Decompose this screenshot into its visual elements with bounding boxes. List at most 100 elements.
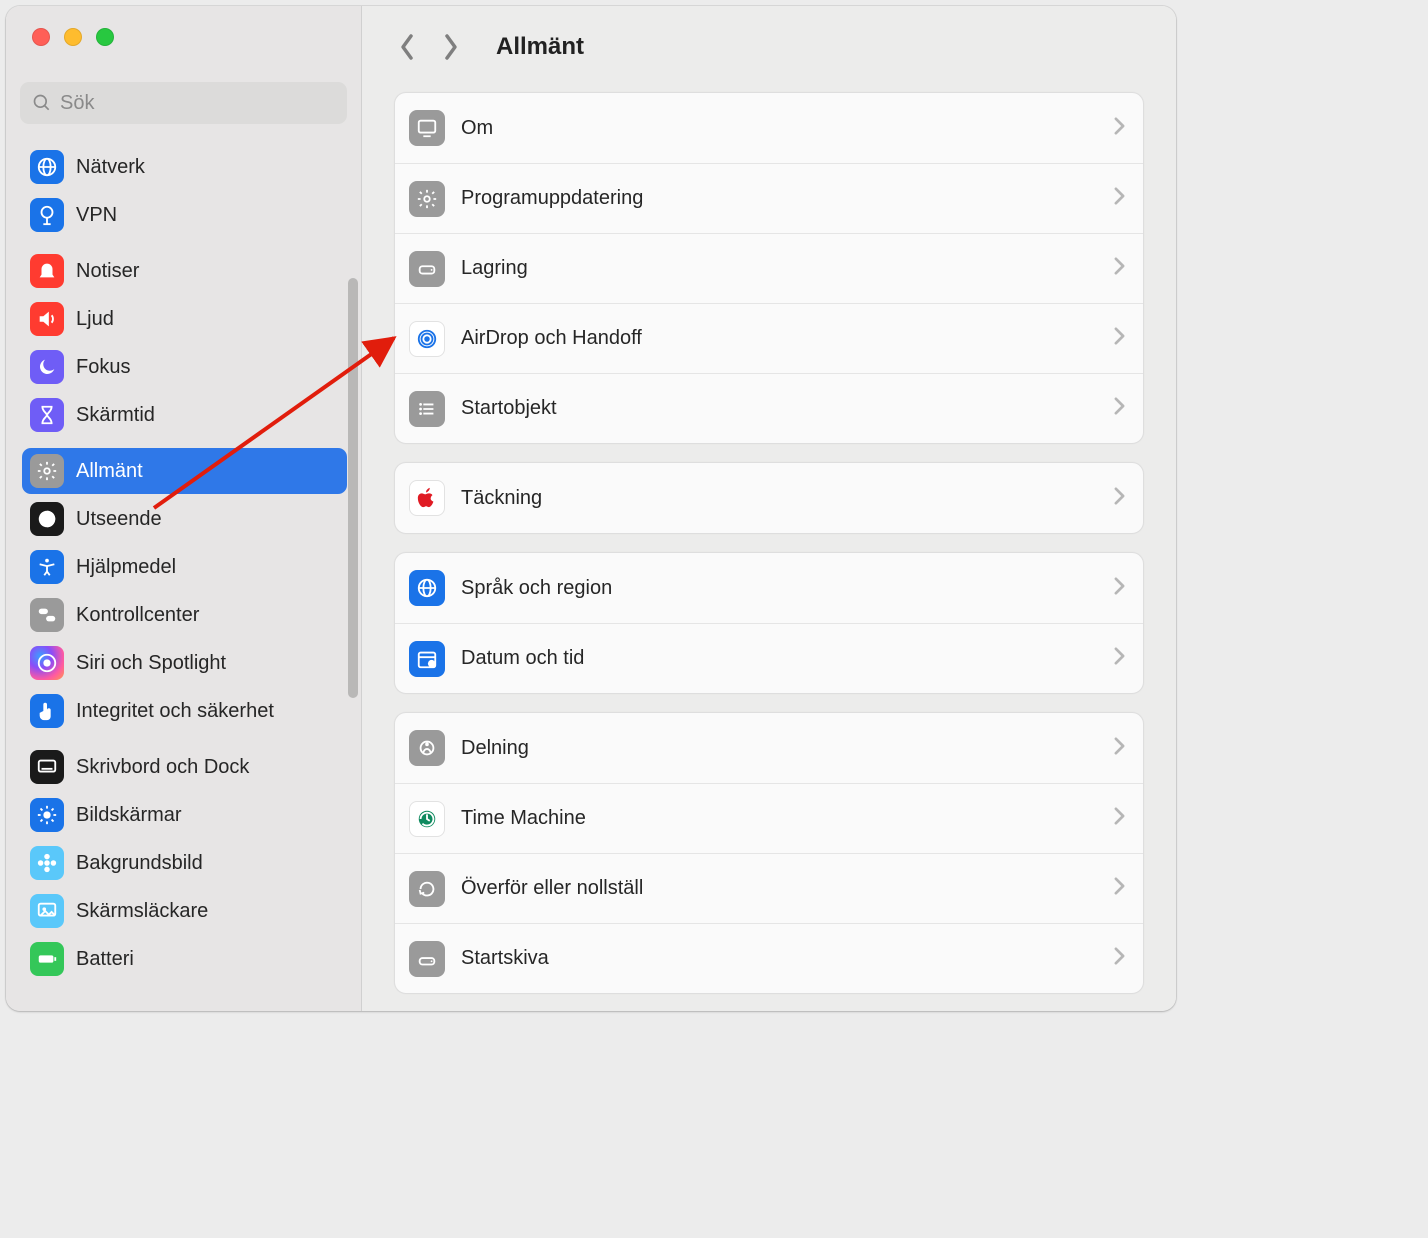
siri-icon <box>30 646 64 680</box>
settings-section: Om Programuppdatering Lagring AirDrop och H… <box>394 92 1144 444</box>
settings-section: Språk och regionDatum och tid <box>394 552 1144 694</box>
back-button[interactable] <box>390 30 424 64</box>
chevron-right-icon <box>1114 327 1125 350</box>
sidebar-item-skrivbord[interactable]: Skrivbord och Dock <box>22 744 347 790</box>
settings-row-label: Delning <box>461 737 1114 760</box>
sidebar: Sök Nätverk VPN Notiser Ljud Fokus Skärmtid Al… <box>6 6 362 1011</box>
chevron-right-icon <box>1114 807 1125 830</box>
hand-icon <box>30 694 64 728</box>
share-icon <box>409 730 445 766</box>
settings-row-om[interactable]: Om <box>395 93 1143 163</box>
minimize-window-button[interactable] <box>64 28 82 46</box>
close-window-button[interactable] <box>32 28 50 46</box>
battery-icon <box>30 942 64 976</box>
chevron-right-icon <box>1114 737 1125 760</box>
sidebar-item-label: Hjälpmedel <box>76 556 176 579</box>
forward-button[interactable] <box>434 30 468 64</box>
calendar-icon <box>409 641 445 677</box>
sidebar-item-label: Batteri <box>76 948 134 971</box>
sun-icon <box>30 798 64 832</box>
gear-icon <box>30 454 64 488</box>
sidebar-item-natverk[interactable]: Nätverk <box>22 144 347 190</box>
sidebar-item-batteri[interactable]: Batteri <box>22 936 347 982</box>
sidebar-item-label: Integritet och säkerhet <box>76 700 274 723</box>
settings-row-lagring[interactable]: Lagring <box>395 233 1143 303</box>
sidebar-item-integritet[interactable]: Integritet och säkerhet <box>22 688 347 734</box>
sidebar-item-label: Kontrollcenter <box>76 604 199 627</box>
settings-row-tackning[interactable]: Täckning <box>395 463 1143 533</box>
moon-icon <box>30 350 64 384</box>
chevron-right-icon <box>1114 187 1125 210</box>
zoom-window-button[interactable] <box>96 28 114 46</box>
sidebar-item-utseende[interactable]: Utseende <box>22 496 347 542</box>
sidebar-item-label: Skrivbord och Dock <box>76 756 249 779</box>
sidebar-group: Skrivbord och Dock Bildskärmar Bakgrundsbi… <box>6 744 361 982</box>
settings-row-label: Överför eller nollställ <box>461 877 1114 900</box>
chevron-right-icon <box>1114 117 1125 140</box>
sidebar-item-vpn[interactable]: VPN <box>22 192 347 238</box>
sidebar-item-bildskarm[interactable]: Bildskärmar <box>22 792 347 838</box>
settings-row-overfor[interactable]: Överför eller nollställ <box>395 853 1143 923</box>
dock-icon <box>30 750 64 784</box>
search-container: Sök <box>6 62 361 128</box>
settings-row-label: Time Machine <box>461 807 1114 830</box>
settings-row-label: Startskiva <box>461 947 1114 970</box>
settings-row-delning[interactable]: Delning <box>395 713 1143 783</box>
settings-row-datum[interactable]: Datum och tid <box>395 623 1143 693</box>
accessibility-icon <box>30 550 64 584</box>
settings-row-label: Om <box>461 117 1114 140</box>
switches-icon <box>30 598 64 632</box>
sidebar-group: Allmänt Utseende Hjälpmedel Kontrollcenter S… <box>6 448 361 734</box>
sidebar-item-label: Ljud <box>76 308 114 331</box>
chevron-right-icon <box>1114 487 1125 510</box>
sidebar-item-label: Skärmsläckare <box>76 900 208 923</box>
sidebar-item-skarmsl[interactable]: Skärmsläckare <box>22 888 347 934</box>
display-icon <box>409 110 445 146</box>
settings-window: Sök Nätverk VPN Notiser Ljud Fokus Skärmtid Al… <box>6 6 1176 1011</box>
sidebar-item-ljud[interactable]: Ljud <box>22 296 347 342</box>
sidebar-item-notiser[interactable]: Notiser <box>22 248 347 294</box>
sidebar-group: Nätverk VPN <box>6 144 361 238</box>
speaker-icon <box>30 302 64 336</box>
page-title: Allmänt <box>496 33 584 61</box>
startdisk-icon <box>409 941 445 977</box>
settings-row-programupp[interactable]: Programuppdatering <box>395 163 1143 233</box>
disk-icon <box>409 251 445 287</box>
globe-icon <box>409 570 445 606</box>
window-controls <box>6 6 361 62</box>
sidebar-item-label: Bildskärmar <box>76 804 182 827</box>
settings-row-label: Lagring <box>461 257 1114 280</box>
settings-row-sprak[interactable]: Språk och region <box>395 553 1143 623</box>
settings-row-startskiva[interactable]: Startskiva <box>395 923 1143 993</box>
sidebar-group: Notiser Ljud Fokus Skärmtid <box>6 248 361 438</box>
list-icon <box>409 391 445 427</box>
sidebar-item-skarmtid[interactable]: Skärmtid <box>22 392 347 438</box>
bell-icon <box>30 254 64 288</box>
sidebar-item-fokus[interactable]: Fokus <box>22 344 347 390</box>
sidebar-item-label: Skärmtid <box>76 404 155 427</box>
settings-row-label: Startobjekt <box>461 397 1114 420</box>
airdrop-icon <box>409 321 445 357</box>
settings-row-startobjekt[interactable]: Startobjekt <box>395 373 1143 443</box>
timemachine-icon <box>409 801 445 837</box>
chevron-right-icon <box>1114 647 1125 670</box>
search-placeholder: Sök <box>60 92 94 115</box>
sidebar-item-label: VPN <box>76 204 117 227</box>
sidebar-item-kontroll[interactable]: Kontrollcenter <box>22 592 347 638</box>
vpn-icon <box>30 198 64 232</box>
settings-row-timemachine[interactable]: Time Machine <box>395 783 1143 853</box>
scrollbar-thumb[interactable] <box>348 278 358 698</box>
main-pane: Allmänt Om Programuppdatering Lagring AirDr… <box>362 6 1176 1011</box>
sidebar-item-bakgrund[interactable]: Bakgrundsbild <box>22 840 347 886</box>
sidebar-scroll[interactable]: Nätverk VPN Notiser Ljud Fokus Skärmtid Allmän… <box>6 128 361 1011</box>
sidebar-item-allmant[interactable]: Allmänt <box>22 448 347 494</box>
sidebar-item-siri[interactable]: Siri och Spotlight <box>22 640 347 686</box>
sidebar-item-label: Utseende <box>76 508 162 531</box>
settings-row-airdrop[interactable]: AirDrop och Handoff <box>395 303 1143 373</box>
sidebar-item-hjalpmedel[interactable]: Hjälpmedel <box>22 544 347 590</box>
chevron-left-icon <box>398 33 416 61</box>
sidebar-item-label: Fokus <box>76 356 130 379</box>
search-input[interactable]: Sök <box>20 82 347 124</box>
sidebar-item-label: Bakgrundsbild <box>76 852 203 875</box>
chevron-right-icon <box>1114 257 1125 280</box>
